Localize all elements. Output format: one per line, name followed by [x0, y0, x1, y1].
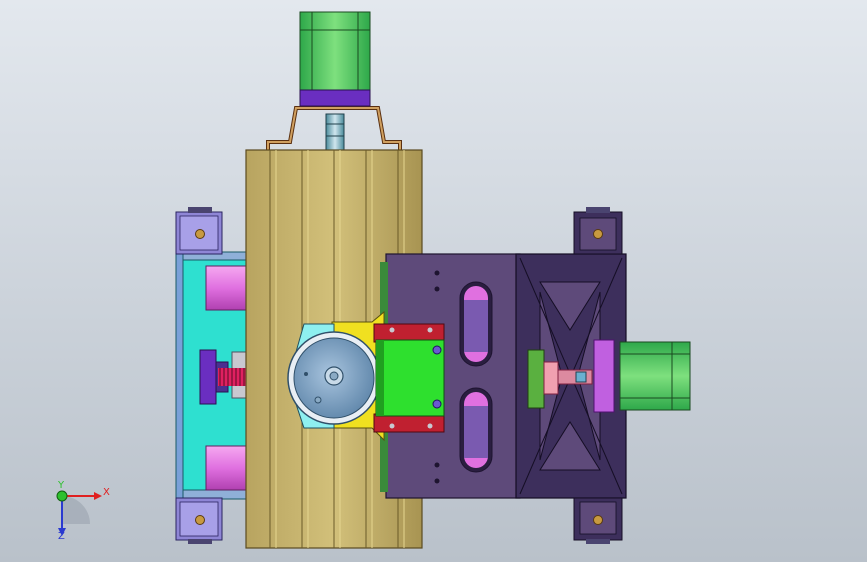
left-bracket-top — [175, 207, 223, 255]
cad-viewport[interactable]: X Y Z — [0, 0, 867, 562]
linear-block — [373, 323, 445, 433]
coupling — [325, 113, 345, 151]
y-axis-label: Y — [58, 480, 65, 491]
slot-bottom — [459, 387, 493, 473]
slot-top — [459, 281, 493, 367]
left-spring — [218, 368, 250, 386]
coordinate-triad — [56, 490, 102, 536]
left-bracket-bottom — [175, 497, 223, 544]
left-guide-bearing-top — [205, 265, 249, 311]
y-axis-marker — [56, 490, 68, 502]
x-axis-label: X — [103, 487, 110, 498]
right-bracket-bottom — [573, 497, 623, 544]
z-axis-label: Z — [58, 531, 65, 542]
right-stepper-motor — [593, 339, 691, 413]
left-guide-bearing-bottom — [205, 445, 249, 491]
rotary-motor — [287, 331, 381, 425]
right-bracket-top — [573, 207, 623, 255]
assembly-drawing — [56, 11, 691, 549]
top-stepper-motor — [299, 11, 371, 107]
